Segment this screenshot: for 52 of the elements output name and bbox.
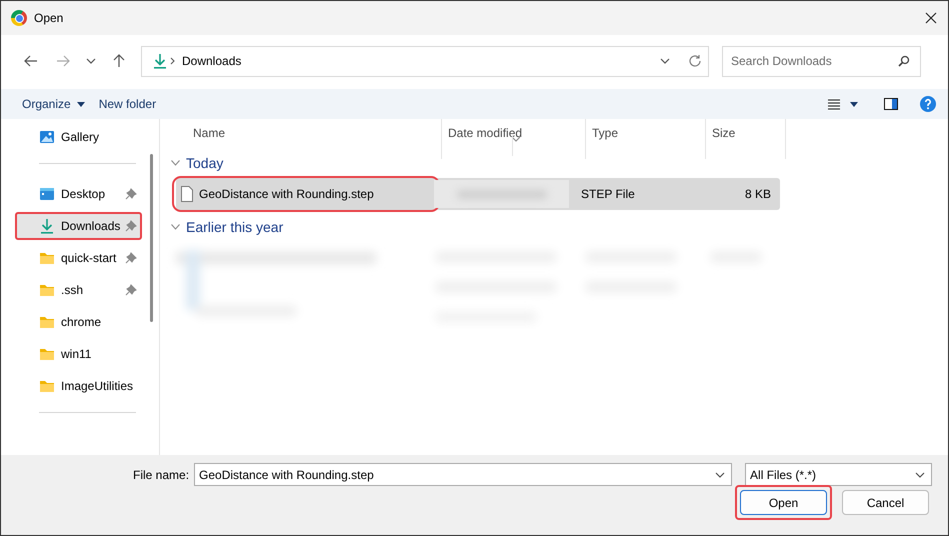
- nav-item[interactable]: .ssh: [15, 276, 142, 304]
- refresh-icon[interactable]: [688, 54, 702, 68]
- column-header[interactable]: Type: [586, 119, 706, 159]
- nav-item[interactable]: Gallery: [15, 123, 142, 151]
- gallery-icon: [39, 129, 55, 145]
- nav-item[interactable]: quick-start: [15, 244, 142, 272]
- chevron-down-icon: [171, 160, 180, 166]
- column-header[interactable]: Size: [706, 119, 786, 159]
- folder-icon: [39, 250, 55, 266]
- breadcrumb-item[interactable]: Downloads: [182, 54, 660, 68]
- chevron-down-icon: [171, 224, 180, 230]
- file-name: GeoDistance with Rounding.step: [199, 187, 374, 201]
- new-folder-button[interactable]: New folder: [92, 93, 164, 115]
- folder-icon: [39, 314, 55, 330]
- file-type-dropdown[interactable]: All Files (*.*): [745, 463, 932, 486]
- nav-item[interactable]: win11: [15, 340, 142, 368]
- file-type: STEP File: [580, 187, 636, 201]
- help-icon[interactable]: [920, 96, 936, 112]
- folder-icon: [39, 346, 55, 362]
- cancel-button[interactable]: Cancel: [842, 490, 929, 515]
- app-icon: [11, 10, 27, 26]
- search-placeholder: Search Downloads: [731, 54, 833, 68]
- nav-item[interactable]: ImageUtilities: [15, 372, 142, 400]
- nav-item[interactable]: Desktop: [15, 180, 142, 208]
- nav-item[interactable]: Downloads: [15, 212, 142, 240]
- desktop-icon: [39, 186, 55, 202]
- file-name-field[interactable]: GeoDistance with Rounding.step: [194, 463, 732, 486]
- preview-pane-icon[interactable]: [884, 98, 898, 110]
- organize-menu[interactable]: Organize: [15, 93, 92, 115]
- address-bar[interactable]: Downloads: [141, 46, 709, 76]
- dropdown-icon: [715, 472, 726, 478]
- dropdown-icon: [915, 472, 926, 478]
- column-header[interactable]: Date modified: [442, 119, 586, 159]
- caret-icon[interactable]: [850, 102, 858, 106]
- caret-icon: [76, 102, 85, 106]
- nav-item[interactable]: chrome: [15, 308, 142, 336]
- folder-icon: [39, 282, 55, 298]
- file-size: 8 KB: [744, 187, 772, 201]
- column-header[interactable]: Name: [172, 119, 442, 159]
- group-header[interactable]: Earlier this year: [171, 216, 948, 238]
- window-title: Open: [34, 11, 64, 25]
- download-icon: [39, 218, 55, 234]
- file-icon: [181, 186, 193, 202]
- open-button[interactable]: Open: [740, 490, 827, 515]
- search-field[interactable]: Search Downloads: [722, 46, 921, 76]
- search-icon: [898, 55, 910, 67]
- dropdown-icon[interactable]: [660, 58, 670, 64]
- field-label: File name:: [133, 468, 190, 482]
- scrollbar[interactable]: [150, 154, 153, 322]
- view-list-icon[interactable]: [828, 98, 840, 110]
- folder-icon: [39, 378, 55, 394]
- download-icon: [152, 53, 168, 69]
